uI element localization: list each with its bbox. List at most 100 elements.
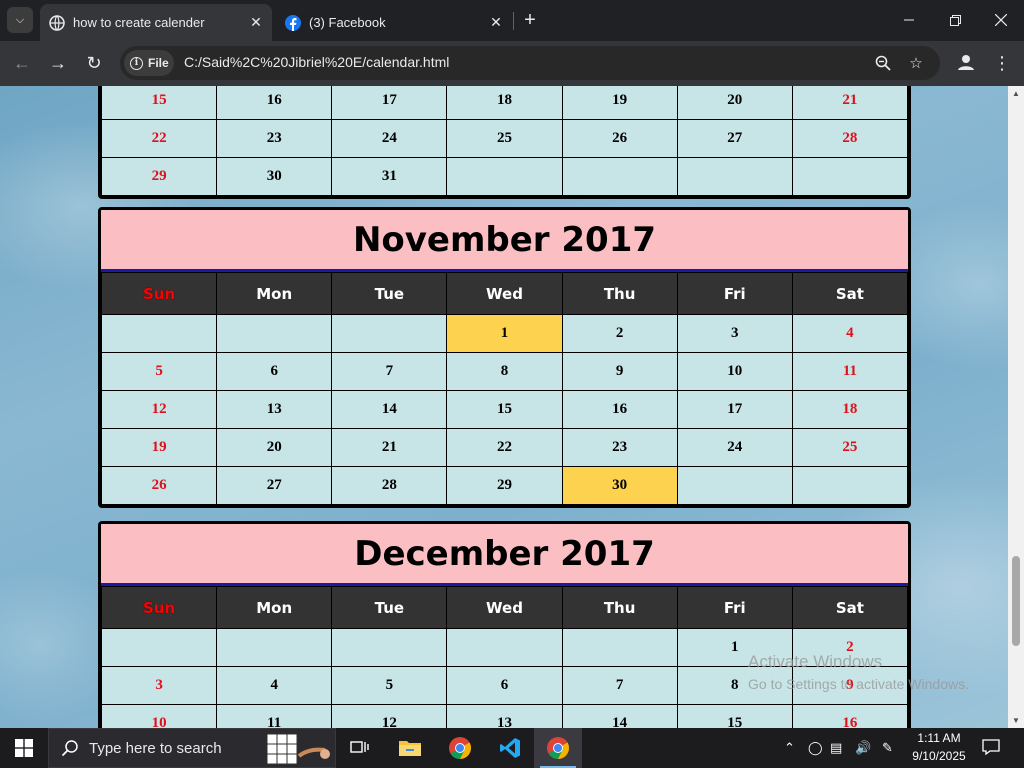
vscode-taskbar-button[interactable] bbox=[486, 728, 534, 768]
calendar-day-cell: 15 bbox=[101, 86, 218, 120]
tab-facebook[interactable]: (3) Facebook ✕ bbox=[276, 4, 512, 41]
calendar-day-cell: 10 bbox=[101, 704, 218, 728]
minimize-button[interactable] bbox=[886, 0, 932, 40]
calendar-week-row: 22 23 24 25 26 27 28 bbox=[101, 119, 908, 158]
calendar-week-row: 12 13 14 15 16 17 18 bbox=[101, 390, 908, 429]
calendar-november: November 2017 Sun Mon Tue Wed Thu Fri Sat 1234… bbox=[98, 207, 911, 508]
calendar-day-cell: 8 bbox=[446, 352, 563, 391]
page-scrollbar[interactable]: ▲ ▼ bbox=[1008, 86, 1024, 728]
chrome-active-taskbar-button[interactable] bbox=[534, 728, 582, 768]
tab-search-button[interactable]: ⌵ bbox=[7, 7, 33, 33]
calendar-day-cell: 28 bbox=[331, 466, 448, 505]
calendar-day-cell: 22 bbox=[446, 428, 563, 467]
calendar-empty-cell bbox=[446, 628, 563, 667]
chrome-taskbar-button[interactable] bbox=[436, 728, 484, 768]
calendar-day-cell: 12 bbox=[331, 704, 448, 728]
forward-button[interactable]: → bbox=[45, 50, 71, 76]
calendar-grid: Sun Mon Tue Wed Thu Fri Sat 1 2 3 4 5 6 7 8 9 10 11 12 13 1… bbox=[101, 272, 908, 505]
clock-date[interactable]: 9/10/2025 bbox=[906, 749, 972, 763]
calendar-grid: Sun Mon Tue Wed Thu Fri Sat 1 2 3 4 5 6 7 8 9 10 11 12 13 1… bbox=[101, 586, 908, 728]
meet-now-icon[interactable]: ◯ bbox=[808, 740, 823, 756]
calendar-december: December 2017 Sun Mon Tue Wed Thu Fri Sat 1234… bbox=[98, 521, 911, 728]
reload-icon: ↻ bbox=[86, 52, 102, 73]
scrollbar-thumb[interactable] bbox=[1012, 556, 1020, 646]
close-tab-icon[interactable]: ✕ bbox=[486, 13, 506, 33]
calendar-day-cell: 20 bbox=[676, 86, 793, 120]
notifications-icon[interactable] bbox=[982, 738, 1000, 759]
weekday-header-sat: Sat bbox=[791, 272, 908, 315]
more-menu-icon[interactable]: ⋮ bbox=[990, 50, 1014, 76]
profile-avatar-icon[interactable] bbox=[954, 50, 978, 74]
calendar-title: November 2017 bbox=[101, 210, 908, 272]
calendar-day-cell: 4 bbox=[216, 666, 333, 705]
pen-workspace-icon[interactable]: ✎ bbox=[882, 740, 893, 756]
scroll-down-arrow-icon[interactable]: ▼ bbox=[1012, 716, 1020, 725]
bookmark-star-icon[interactable]: ☆ bbox=[905, 52, 927, 74]
tab-title: (3) Facebook bbox=[309, 15, 386, 30]
calendar-day-cell: 9 bbox=[791, 666, 908, 705]
calendar-day-cell: 11 bbox=[216, 704, 333, 728]
calendar-empty-cell bbox=[216, 314, 333, 353]
close-window-button[interactable] bbox=[978, 0, 1024, 40]
weekday-header-fri: Fri bbox=[676, 586, 793, 629]
start-button[interactable] bbox=[0, 728, 48, 768]
search-highlight-sudoku-icon bbox=[267, 733, 330, 765]
tab-title: how to create calender bbox=[73, 15, 205, 30]
back-button[interactable]: ← bbox=[9, 50, 35, 76]
tab-active[interactable]: how to create calender ✕ bbox=[40, 4, 272, 41]
weekday-header-tue: Tue bbox=[331, 272, 448, 315]
calendar-day-cell: 15 bbox=[446, 390, 563, 429]
browser-toolbar: ← → ↻ i File C:/Said%2C%20Jibriel%20E/ca… bbox=[0, 41, 1024, 86]
windows-taskbar: Type here to search ⌃ ◯ ▤ 🔊 ✎ 1:11 AM 9/… bbox=[0, 728, 1024, 768]
weekday-header-fri: Fri bbox=[676, 272, 793, 315]
calendar-day-cell: 5 bbox=[331, 666, 448, 705]
task-view-button[interactable] bbox=[336, 728, 384, 768]
arrow-left-icon: ← bbox=[13, 52, 31, 73]
calendar-day-cell: 4 bbox=[791, 314, 908, 353]
volume-icon[interactable]: 🔊 bbox=[855, 740, 871, 756]
weekday-header-wed: Wed bbox=[446, 586, 563, 629]
vscode-icon bbox=[500, 738, 520, 758]
calendar-grid: 15 16 17 18 19 20 21 22 23 24 25 26 27 28 29 30 31 bbox=[101, 86, 908, 196]
calendar-day-cell: 20 bbox=[216, 428, 333, 467]
clock-time[interactable]: 1:11 AM bbox=[908, 731, 970, 745]
minimize-icon bbox=[904, 19, 914, 21]
scheme-label: File bbox=[148, 56, 169, 70]
calendar-empty-cell bbox=[791, 157, 908, 196]
calendar-week-row: 1234 bbox=[101, 314, 908, 353]
show-hidden-icons-chevron-up-icon[interactable]: ⌃ bbox=[784, 740, 795, 756]
facebook-icon bbox=[285, 14, 301, 31]
calendar-day-cell: 24 bbox=[676, 428, 793, 467]
calendar-week-row: 26 27 28 29 30 bbox=[101, 466, 908, 505]
calendar-week-row: 15 16 17 18 19 20 21 bbox=[101, 86, 908, 120]
calendar-day-cell: 6 bbox=[216, 352, 333, 391]
calendar-day-cell: 9 bbox=[561, 352, 678, 391]
zoom-icon[interactable] bbox=[872, 52, 894, 74]
calendar-day-cell: 17 bbox=[676, 390, 793, 429]
calendar-day-cell: 23 bbox=[561, 428, 678, 467]
calendar-week-row: 12 bbox=[101, 628, 908, 667]
folder-icon bbox=[399, 741, 421, 756]
restore-button[interactable] bbox=[932, 0, 978, 40]
address-bar[interactable]: i File C:/Said%2C%20Jibriel%20E/calendar… bbox=[120, 46, 940, 80]
network-icon[interactable]: ▤ bbox=[830, 740, 842, 756]
reload-button[interactable]: ↻ bbox=[81, 50, 107, 76]
calendar-day-cell: 30 bbox=[561, 466, 678, 505]
taskbar-search-box[interactable]: Type here to search bbox=[48, 728, 336, 768]
calendar-day-cell: 24 bbox=[331, 119, 448, 158]
calendar-empty-cell bbox=[561, 157, 678, 196]
close-tab-icon[interactable]: ✕ bbox=[246, 13, 266, 33]
new-tab-button[interactable]: + bbox=[520, 10, 540, 30]
calendar-day-cell: 2 bbox=[561, 314, 678, 353]
site-info-chip[interactable]: i File bbox=[124, 50, 174, 76]
url-text[interactable]: C:/Said%2C%20Jibriel%20E/calendar.html bbox=[184, 54, 449, 70]
scroll-up-arrow-icon[interactable]: ▲ bbox=[1012, 89, 1020, 98]
info-icon: i bbox=[130, 56, 143, 70]
calendar-empty-cell bbox=[676, 157, 793, 196]
weekday-header-wed: Wed bbox=[446, 272, 563, 315]
calendar-day-cell: 14 bbox=[331, 390, 448, 429]
calendar-day-cell: 2 bbox=[791, 628, 908, 667]
calendar-day-cell: 7 bbox=[561, 666, 678, 705]
file-explorer-button[interactable] bbox=[386, 728, 434, 768]
calendar-day-cell: 27 bbox=[676, 119, 793, 158]
